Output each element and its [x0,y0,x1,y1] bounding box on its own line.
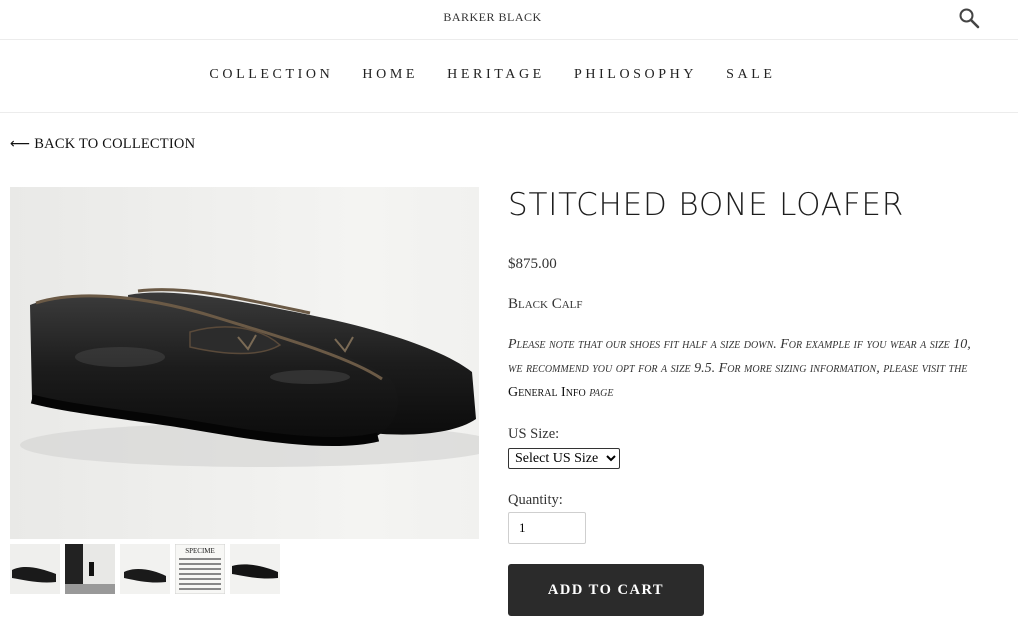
back-link-label: BACK TO COLLECTION [34,136,196,152]
specimen-caption: SPECIME [185,547,215,555]
sizing-note: Please note that our shoes fit half a si… [508,333,978,405]
add-to-cart-button[interactable]: ADD TO CART [508,564,704,616]
thumbnail-side-image [124,569,166,583]
nav-item-home[interactable]: HOME [362,67,418,83]
thumbnail-sole-image [232,564,278,579]
sizing-note-text: Please note that our shoes fit half a si… [508,337,971,376]
thumbnail-loafer-side[interactable] [120,544,170,594]
size-label: US Size: [508,426,560,442]
main-navigation: COLLECTION HOME HERITAGE PHILOSOPHY SALE [0,40,1018,113]
product-main-image[interactable] [10,187,479,539]
search-icon[interactable] [958,7,980,29]
thumbnail-specimen-sheet[interactable]: SPECIME [175,544,225,594]
loafer-pair-illustration [10,187,479,539]
nav-item-sale[interactable]: SALE [726,67,775,83]
product-material: Black Calf [508,296,583,312]
brand-logo[interactable]: BARKER BLACK [0,10,985,25]
arrow-left-icon: ⟵ [10,136,31,152]
size-select[interactable]: Select US Size [508,448,620,469]
nav-item-collection[interactable]: COLLECTION [209,67,333,83]
thumbnail-loafer-pair[interactable] [10,544,60,594]
general-info-link[interactable]: General Info [508,385,586,400]
thumbnail-specimen-image: SPECIME [175,544,225,594]
product-title: STITCHED BONE LOAFER [508,187,905,223]
quantity-input[interactable] [508,512,586,544]
thumbnail-studio-image [65,544,115,594]
thumbnail-loafer-pair-image [12,567,56,583]
product-price: $875.00 [508,256,557,272]
nav-item-philosophy[interactable]: PHILOSOPHY [574,67,697,83]
nav-list: COLLECTION HOME HERITAGE PHILOSOPHY SALE [0,67,985,83]
quantity-label: Quantity: [508,492,563,508]
top-bar: BARKER BLACK [0,0,1018,40]
sizing-note-suffix: page [589,385,614,400]
thumbnail-loafer-sole[interactable] [230,544,280,594]
thumbnail-studio-interior[interactable] [65,544,115,594]
nav-item-heritage[interactable]: HERITAGE [447,67,545,83]
back-to-collection-link[interactable]: ⟵ BACK TO COLLECTION [10,136,195,153]
